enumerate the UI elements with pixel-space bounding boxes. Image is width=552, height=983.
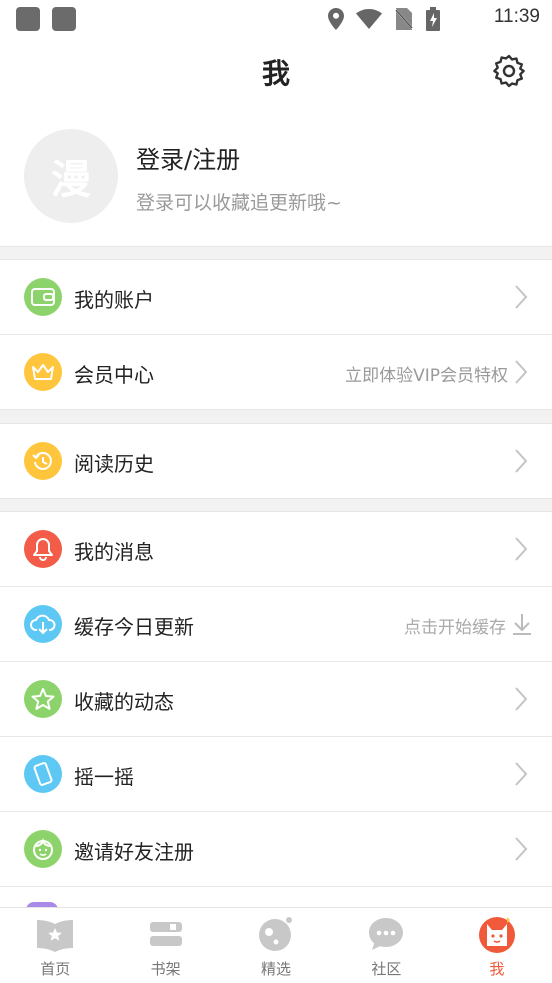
menu-item-label: 阅读历史 (74, 452, 154, 476)
chevron-right-icon (515, 537, 528, 561)
menu-item-cache-updates[interactable]: 缓存今日更新 点击开始缓存 (0, 587, 552, 661)
home-book-icon (37, 920, 74, 952)
section-gap (0, 498, 552, 512)
status-bar: 11:39 (0, 0, 552, 38)
tab-home[interactable]: 首页 (0, 908, 110, 983)
tab-label: 我 (489, 960, 505, 978)
page-title: 我 (261, 57, 290, 90)
menu-item-reading-history[interactable]: 阅读历史 (0, 424, 552, 498)
chevron-right-icon (515, 762, 528, 786)
menu-item-label: 缓存今日更新 (74, 615, 194, 639)
section-gap (0, 409, 552, 424)
bookshelf-icon (149, 922, 182, 946)
tab-community[interactable]: 社区 (331, 908, 441, 983)
tab-bookshelf[interactable]: 书架 (110, 908, 220, 983)
profile-header: 漫 登录/注册 登录可以收藏追更新哦~ (0, 104, 552, 246)
friend-face-icon (24, 830, 62, 868)
gear-icon[interactable] (492, 54, 526, 88)
menu-item-label: 我的消息 (74, 540, 154, 564)
chat-bubble-icon (369, 918, 404, 950)
wifi-icon (356, 9, 382, 29)
divider (0, 886, 552, 887)
no-sim-icon (394, 8, 414, 30)
tab-me[interactable]: 我 (442, 908, 552, 983)
crown-icon (24, 353, 62, 391)
history-icon (24, 442, 62, 480)
chevron-right-icon (515, 449, 528, 473)
battery-charging-icon (426, 7, 440, 31)
section-gap (0, 246, 552, 260)
menu-item-shake[interactable]: 摇一摇 (0, 737, 552, 811)
tab-label: 书架 (150, 960, 181, 978)
menu-item-label: 摇一摇 (74, 765, 134, 789)
menu-item-invite-friends[interactable]: 邀请好友注册 (0, 812, 552, 886)
menu-item-my-messages[interactable]: 我的消息 (0, 512, 552, 586)
cloud-download-icon (24, 605, 62, 643)
menu-item-label: 我的账户 (74, 288, 154, 312)
featured-icon (259, 917, 293, 951)
wallet-icon (24, 278, 62, 316)
vip-promo-hint: 立即体验VIP会员特权 (345, 366, 508, 386)
status-icons (328, 7, 440, 31)
menu-item-vip-center[interactable]: 会员中心 立即体验VIP会员特权 (0, 335, 552, 409)
chevron-right-icon (515, 687, 528, 711)
avatar[interactable]: 漫 (24, 129, 118, 223)
location-icon (328, 8, 344, 30)
chevron-right-icon (515, 837, 528, 861)
login-register-link[interactable]: 登录/注册 (136, 140, 240, 175)
login-subtitle: 登录可以收藏追更新哦~ (136, 192, 342, 214)
phone-shake-icon (24, 755, 62, 793)
start-cache-hint: 点击开始缓存 (404, 618, 506, 638)
tab-label: 社区 (371, 960, 402, 978)
tab-label: 精选 (261, 960, 292, 978)
title-bar: 我 (0, 38, 552, 104)
notification-icon (52, 7, 76, 31)
tab-featured[interactable]: 精选 (221, 908, 331, 983)
menu-item-label: 会员中心 (74, 363, 154, 387)
download-arrow-icon (513, 614, 531, 635)
notification-icon (16, 7, 40, 31)
chevron-right-icon (515, 285, 528, 309)
bell-icon (24, 530, 62, 568)
menu-item-label: 邀请好友注册 (74, 840, 194, 864)
chevron-right-icon (515, 360, 528, 384)
menu-item-favorite-feed[interactable]: 收藏的动态 (0, 662, 552, 736)
avatar-placeholder-glyph: 漫 (51, 157, 91, 203)
status-time: 11:39 (493, 6, 540, 27)
menu-item-label: 收藏的动态 (74, 690, 174, 714)
star-icon (24, 680, 62, 718)
me-cat-icon (478, 917, 515, 953)
tab-label: 首页 (40, 960, 71, 978)
menu-item-my-account[interactable]: 我的账户 (0, 260, 552, 334)
bottom-nav: 首页 书架 精选 社区 我 (0, 907, 552, 983)
